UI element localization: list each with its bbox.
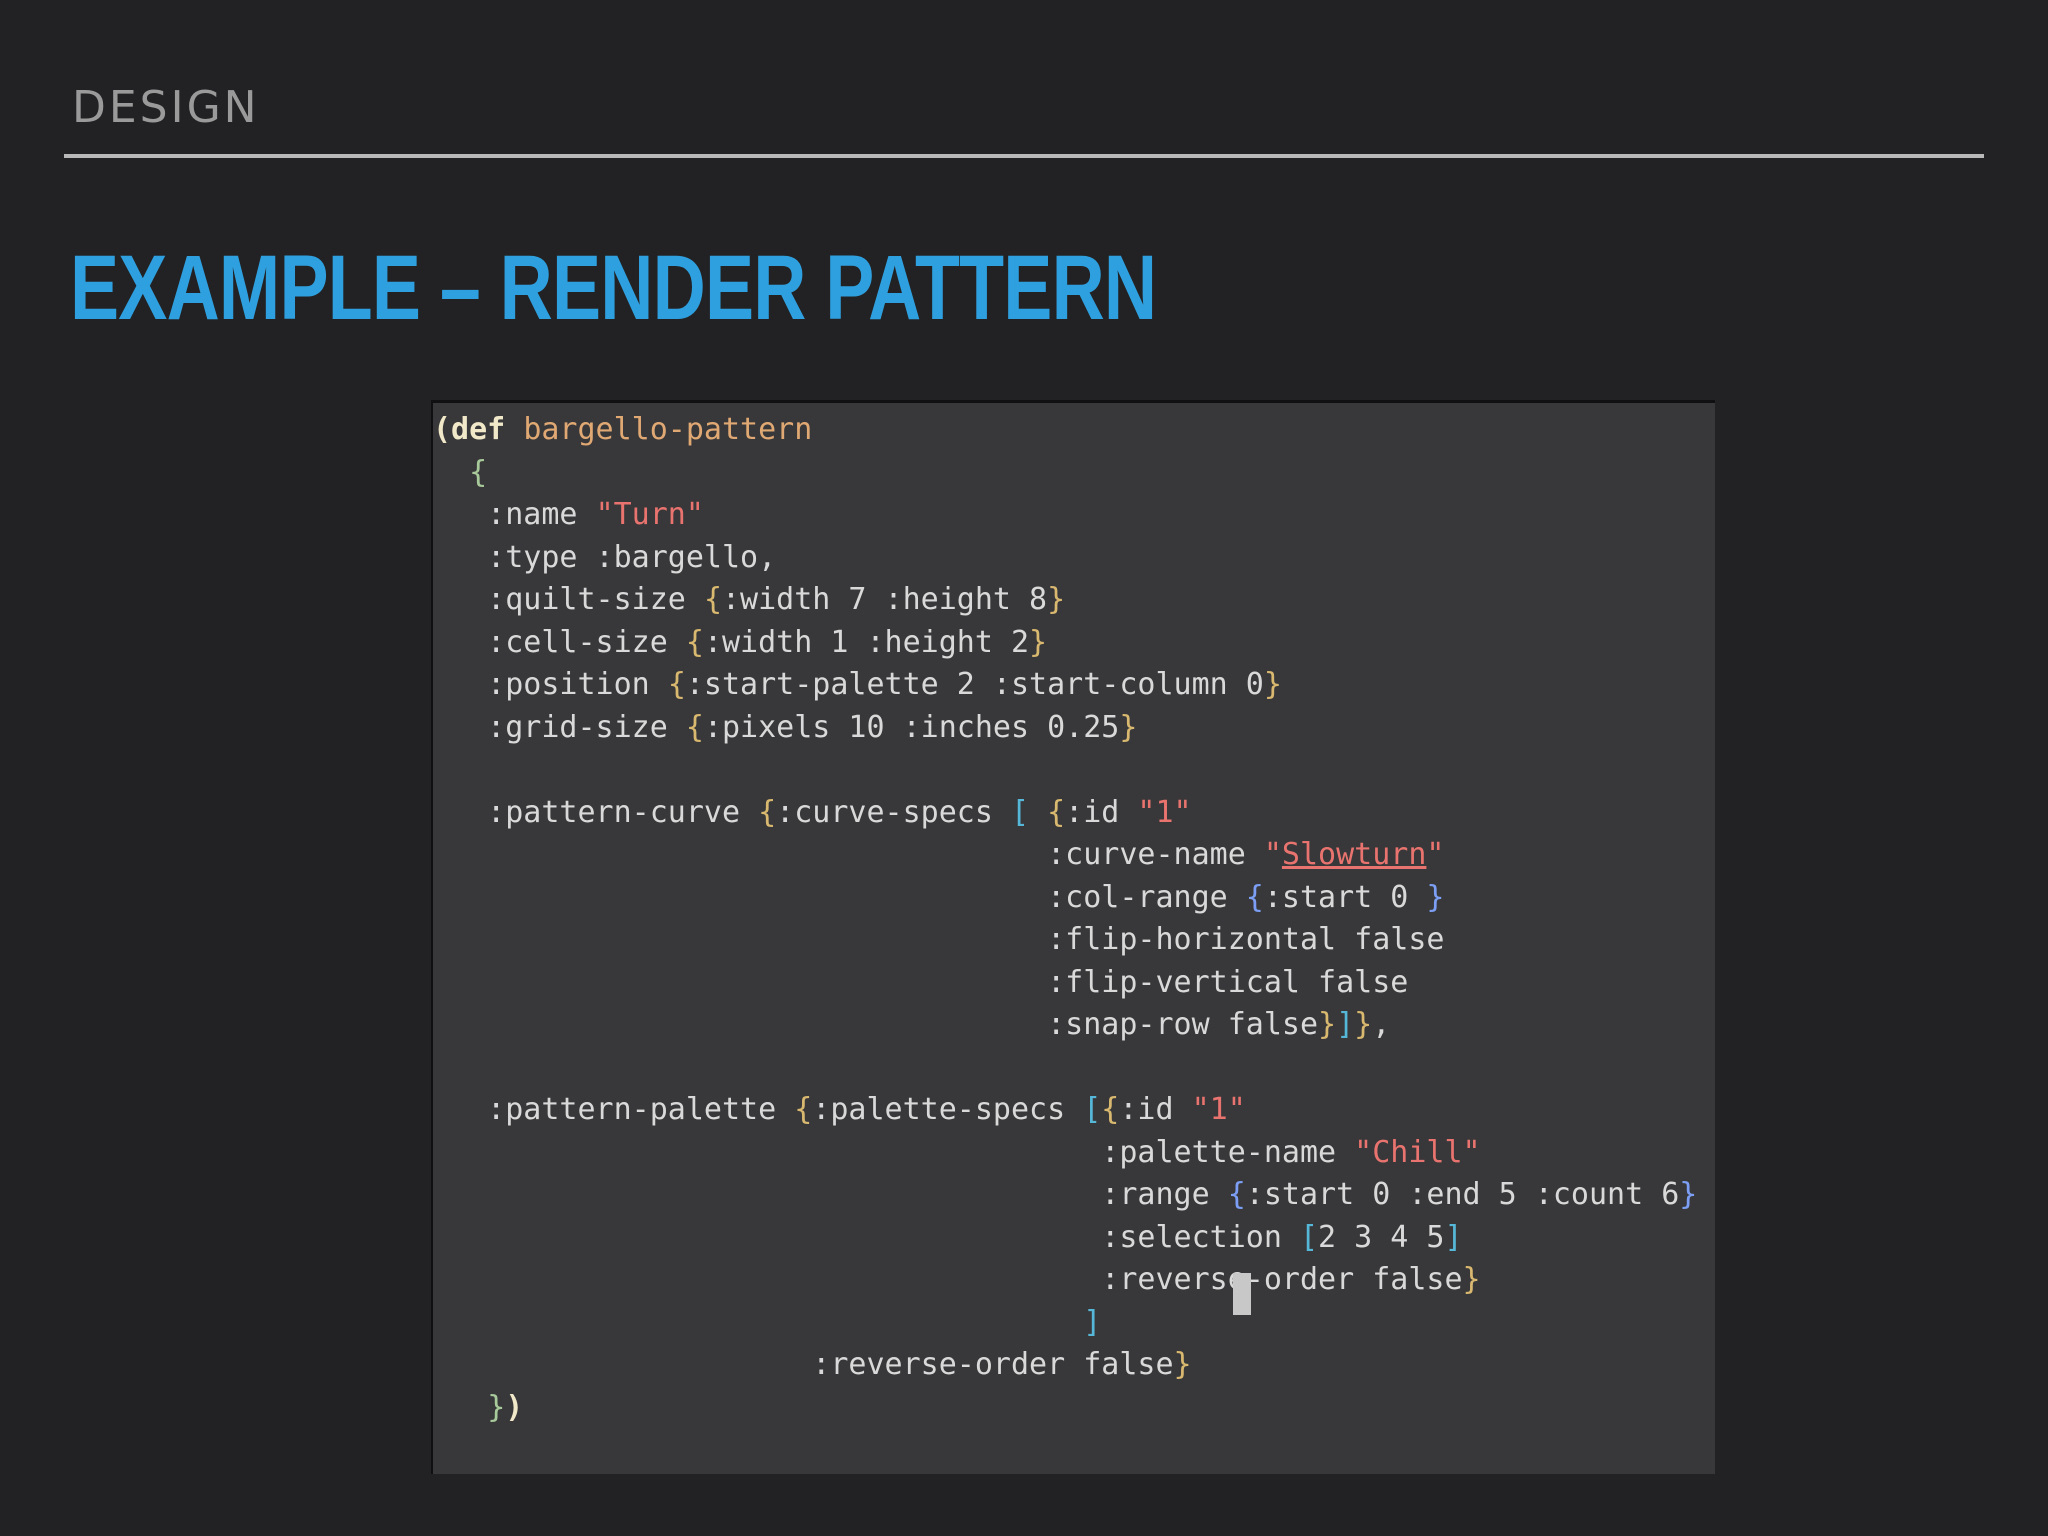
code-line: :flip-vertical false bbox=[433, 964, 1409, 1000]
code-panel[interactable]: (def bargello-pattern { :name "Turn" :ty… bbox=[431, 400, 1715, 1474]
slide-title: EXAMPLE – RENDER PATTERN bbox=[70, 237, 1157, 339]
code-line: :col-range {:start 0 } bbox=[433, 879, 1445, 915]
code-line: ] bbox=[1083, 1304, 1102, 1340]
code-line: :reverse-order false} bbox=[433, 1347, 1192, 1382]
code-line: :type :bargello, bbox=[433, 539, 777, 575]
code-line: :snap-row false}]}, bbox=[433, 1007, 1391, 1042]
code-line: (def bargello-pattern bbox=[433, 412, 813, 447]
code-line: :cell-size {:width 1 :height 2} bbox=[433, 624, 1048, 660]
code-line: :grid-size {:pixels 10 :inches 0.25} bbox=[433, 709, 1138, 745]
section-divider bbox=[64, 154, 1984, 158]
code-line: :quilt-size {:width 7 :height 8} bbox=[433, 582, 1066, 617]
code-line: { bbox=[469, 454, 488, 490]
code-line: :position {:start-palette 2 :start-colum… bbox=[433, 667, 1282, 702]
code-line: :range {:start 0 :end 5 :count 6} bbox=[433, 1177, 1698, 1212]
code-block: (def bargello-pattern { :name "Turn" :ty… bbox=[433, 409, 1697, 1429]
code-line: :curve-name "Slowturn" bbox=[433, 837, 1445, 872]
code-line: :palette-name "Chill" bbox=[433, 1134, 1481, 1170]
code-line: :reverse-order false} bbox=[433, 1262, 1481, 1297]
code-line: :selection [2 3 4 5] bbox=[433, 1219, 1463, 1255]
code-line: :name "Turn" bbox=[433, 497, 704, 532]
text-cursor bbox=[1233, 1273, 1251, 1315]
code-line: :flip-horizontal false bbox=[433, 922, 1445, 957]
code-line: :pattern-curve {:curve-specs [ {:id "1" bbox=[433, 794, 1192, 830]
code-line: :pattern-palette {:palette-specs [{:id "… bbox=[433, 1092, 1246, 1127]
section-label: DESIGN bbox=[72, 82, 260, 133]
code-line: }) bbox=[487, 1389, 524, 1425]
